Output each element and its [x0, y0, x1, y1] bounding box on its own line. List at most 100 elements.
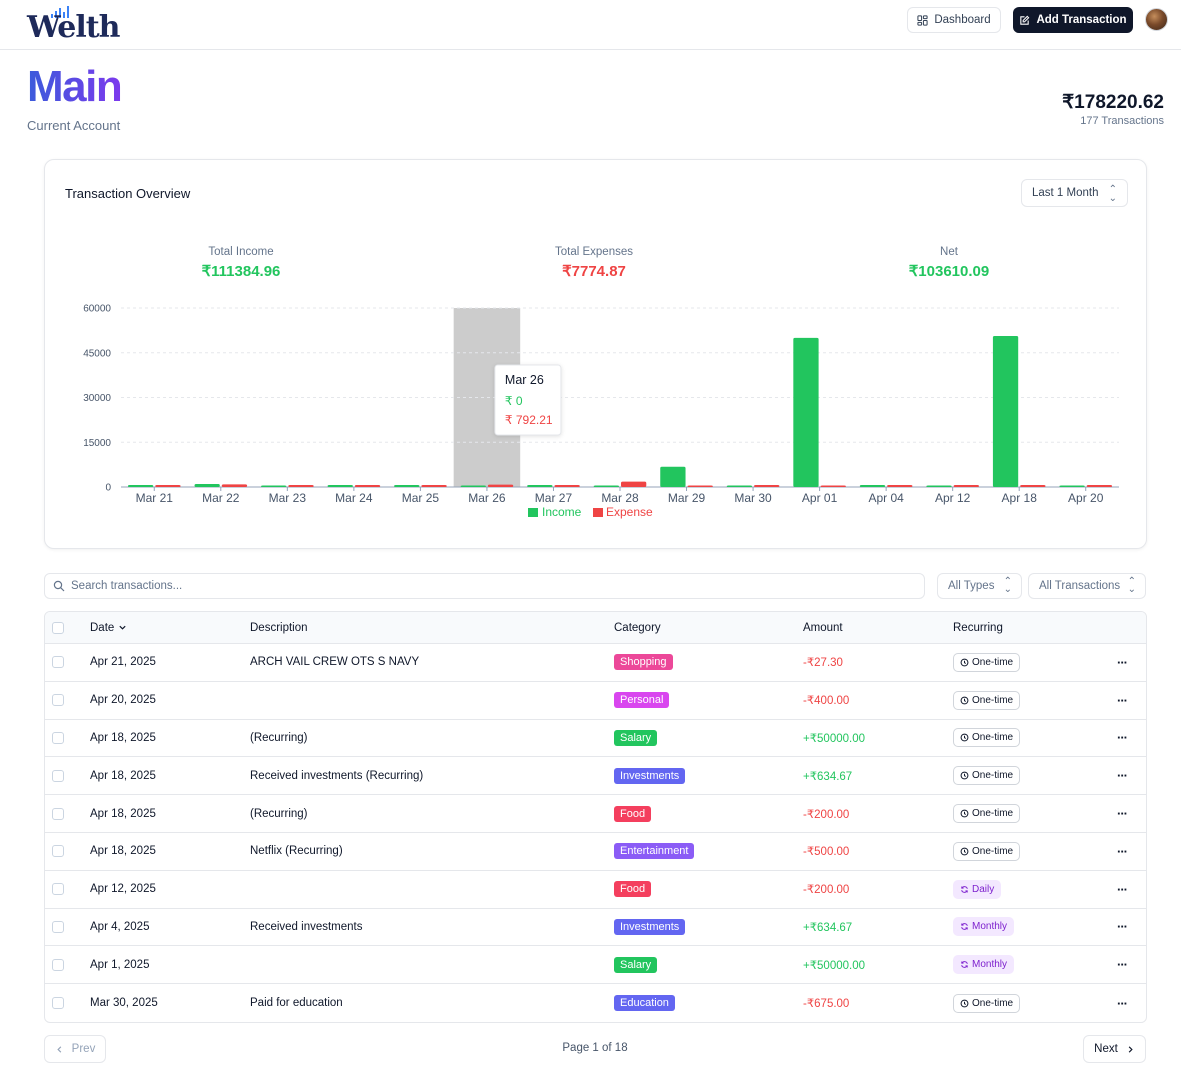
- expense-bar: [155, 485, 181, 487]
- expense-bar: [687, 485, 713, 487]
- date-column-header[interactable]: Date: [90, 612, 127, 643]
- more-actions-icon[interactable]: ···: [1117, 844, 1128, 859]
- row-checkbox[interactable]: [52, 807, 64, 820]
- recurring-label: Daily: [972, 883, 995, 895]
- recurring-label: One-time: [972, 656, 1014, 668]
- tooltip-income: ₹ 0: [505, 394, 523, 408]
- row-checkbox[interactable]: [52, 997, 64, 1010]
- top-navbar: Welth Dashboard Add Transaction: [0, 0, 1181, 50]
- more-actions-icon[interactable]: ···: [1117, 693, 1128, 708]
- more-actions-icon[interactable]: ···: [1117, 919, 1128, 934]
- chevron-left-icon: [56, 1045, 61, 1053]
- row-date: Apr 4, 2025: [90, 920, 150, 933]
- category-badge: Food: [614, 881, 652, 898]
- row-checkbox[interactable]: [52, 845, 64, 858]
- row-description: ARCH VAIL CREW OTS S NAVY: [250, 656, 420, 669]
- row-checkbox[interactable]: [52, 731, 64, 744]
- expense-bar: [1020, 485, 1046, 487]
- transaction-overview-card: Transaction Overview Last 1 Month ⌃ ⌄ Tot…: [44, 159, 1147, 549]
- clock-icon: [960, 696, 969, 705]
- expense-bar: [887, 485, 913, 487]
- row-checkbox[interactable]: [52, 769, 64, 782]
- dashboard-button[interactable]: Dashboard: [907, 7, 1001, 33]
- recurring-badge: Monthly: [953, 917, 1015, 937]
- table-row[interactable]: Apr 21, 2025 ARCH VAIL CREW OTS S NAVY Sho…: [45, 644, 1146, 682]
- row-date: Apr 18, 2025: [90, 845, 156, 858]
- row-checkbox[interactable]: [52, 883, 64, 896]
- row-checkbox[interactable]: [52, 958, 64, 971]
- row-amount: +₹50000.00: [803, 959, 865, 972]
- category-badge: Investments: [614, 767, 686, 784]
- next-page-button[interactable]: Next: [1083, 1035, 1146, 1063]
- table-row[interactable]: Apr 18, 2025 (Recurring) Food -₹200.00 One-t…: [45, 795, 1146, 833]
- refresh-icon: [961, 961, 968, 969]
- more-actions-icon[interactable]: ···: [1117, 957, 1128, 972]
- recurring-badge: One-time: [953, 728, 1021, 748]
- description-column-header[interactable]: Description: [250, 612, 308, 643]
- row-checkbox[interactable]: [52, 920, 64, 933]
- table-row[interactable]: Apr 18, 2025 Netflix (Recurring) Entertain…: [45, 833, 1146, 871]
- recurring-column-header[interactable]: Recurring: [953, 612, 1003, 643]
- expense-bar: [820, 485, 846, 487]
- x-tick-label: Mar 28: [601, 491, 639, 505]
- chevrons-up-down-icon: ⌃ ⌄: [1127, 576, 1136, 595]
- expense-bar: [421, 485, 447, 487]
- y-tick-label: 45000: [83, 348, 111, 359]
- add-transaction-button[interactable]: Add Transaction: [1013, 7, 1133, 33]
- legend-income-swatch: [528, 508, 538, 517]
- income-bar: [194, 484, 220, 487]
- expense-bar: [621, 481, 647, 487]
- table-row[interactable]: Apr 18, 2025 (Recurring) Salary +₹50000.00 O…: [45, 720, 1146, 758]
- table-row[interactable]: Apr 18, 2025 Received investments (Recurr…: [45, 757, 1146, 796]
- select-all-checkbox[interactable]: [52, 621, 64, 634]
- refresh-icon: [961, 885, 968, 893]
- search-input[interactable]: [71, 580, 911, 592]
- income-bar: [660, 466, 686, 487]
- table-row[interactable]: Apr 12, 2025 Food -₹200.00 Daily ···: [45, 871, 1146, 909]
- clock-icon: [960, 734, 969, 742]
- clock-icon: [960, 658, 969, 667]
- table-row[interactable]: Mar 30, 2025 Paid for education Education -…: [45, 984, 1146, 1022]
- pen-square-icon: [1020, 15, 1030, 25]
- recurring-badge: One-time: [953, 766, 1021, 786]
- recurring-filter-select[interactable]: All Transactions ⌃ ⌄: [1028, 573, 1146, 599]
- table-row[interactable]: Apr 4, 2025 Received investments Investmen…: [45, 909, 1146, 947]
- row-date: Apr 1, 2025: [90, 958, 150, 971]
- category-column-header[interactable]: Category: [614, 612, 661, 643]
- row-date: Apr 18, 2025: [90, 731, 156, 744]
- account-name: Main: [27, 62, 123, 111]
- y-tick-label: 30000: [83, 393, 111, 404]
- y-tick-label: 0: [105, 483, 111, 494]
- table-body: Apr 21, 2025 ARCH VAIL CREW OTS S NAVY Sho…: [45, 644, 1146, 1022]
- income-bar: [394, 485, 420, 487]
- expense-bar: [554, 485, 580, 487]
- type-filter-select[interactable]: All Types ⌃ ⌄: [937, 573, 1022, 599]
- search-box[interactable]: [44, 573, 925, 599]
- prev-page-button[interactable]: Prev: [44, 1035, 106, 1063]
- row-checkbox[interactable]: [52, 656, 64, 669]
- table-row[interactable]: Apr 1, 2025 Salary +₹50000.00 Monthly ···: [45, 946, 1146, 985]
- account-type: Current Account: [27, 118, 121, 133]
- more-actions-icon[interactable]: ···: [1117, 882, 1128, 897]
- x-tick-label: Apr 01: [802, 491, 838, 505]
- transactions-bar-chart[interactable]: 0 15000 30000 45000 60000 Mar 21 Mar 22 Mar 23 M…: [45, 160, 1146, 548]
- recurring-label: One-time: [972, 732, 1014, 744]
- row-checkbox[interactable]: [52, 694, 64, 707]
- table-row[interactable]: Apr 20, 2025 Personal -₹400.00 One-time ···: [45, 682, 1146, 720]
- recurring-label: One-time: [972, 694, 1014, 706]
- more-actions-icon[interactable]: ···: [1117, 996, 1128, 1011]
- legend-expense-swatch: [593, 508, 603, 517]
- more-actions-icon[interactable]: ···: [1117, 768, 1128, 783]
- more-actions-icon[interactable]: ···: [1117, 655, 1128, 670]
- welth-logo[interactable]: Welth: [27, 6, 120, 45]
- user-avatar[interactable]: [1145, 8, 1168, 31]
- expense-bar: [754, 485, 780, 487]
- amount-column-header[interactable]: Amount: [803, 612, 843, 643]
- x-tick-label: Mar 30: [734, 491, 772, 505]
- chevron-right-icon: [1128, 1045, 1133, 1053]
- more-actions-icon[interactable]: ···: [1117, 806, 1128, 821]
- clock-icon: [960, 847, 969, 856]
- recurring-badge: One-time: [953, 804, 1021, 824]
- more-actions-icon[interactable]: ···: [1117, 730, 1128, 745]
- row-amount: -₹675.00: [803, 998, 850, 1011]
